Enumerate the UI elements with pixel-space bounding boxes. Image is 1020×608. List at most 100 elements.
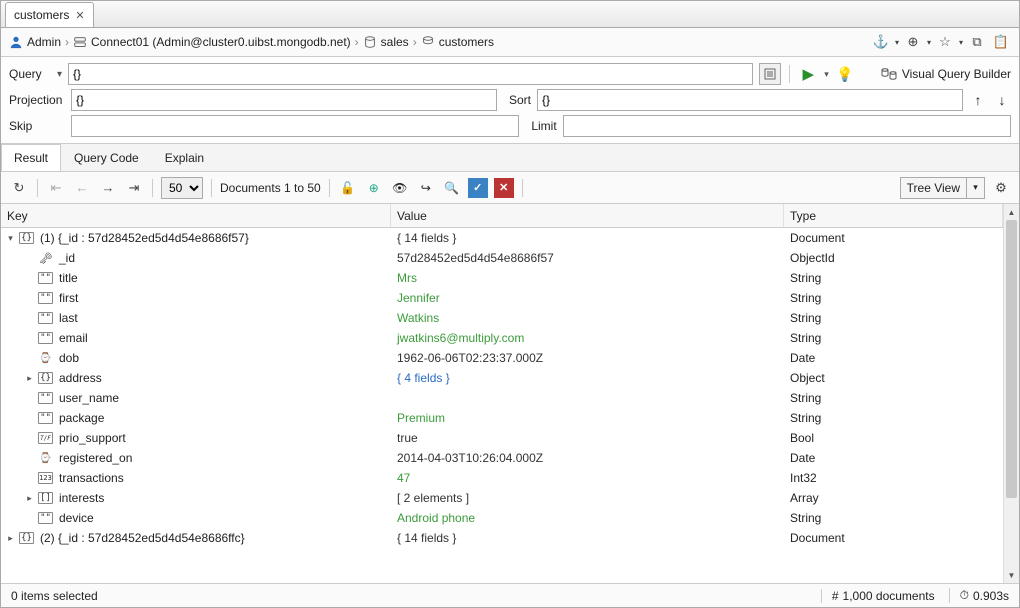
- key-label: package: [59, 411, 104, 425]
- column-value[interactable]: Value: [391, 204, 784, 227]
- breadcrumb-connection[interactable]: Connect01 (Admin@cluster0.uibst.mongodb.…: [91, 35, 351, 49]
- skip-input[interactable]: [71, 115, 519, 137]
- collection-icon: [421, 35, 435, 49]
- result-toolbar: ↻ ⇤ ← → ⇥ 50 Documents 1 to 50 🔓 ⊕ 👁 ↪ 🔍…: [1, 172, 1019, 204]
- scroll-down-icon[interactable]: ▼: [1004, 567, 1019, 583]
- tab-label: Result: [14, 151, 48, 165]
- table-row[interactable]: "" emailjwatkins6@multiply.comString: [1, 328, 1003, 348]
- key-label: (1) {_id : 57d28452ed5d4d54e8686f57}: [40, 231, 249, 245]
- separator: [211, 179, 212, 197]
- page-size-select[interactable]: 50: [161, 177, 203, 199]
- chevron-right-icon[interactable]: ▸: [5, 533, 16, 544]
- view-document-button[interactable]: 👁: [390, 178, 410, 198]
- table-row[interactable]: ▸{} address{ 4 fields }Object: [1, 368, 1003, 388]
- tab-explain[interactable]: Explain: [152, 144, 217, 171]
- wand-icon[interactable]: ⊕: [903, 32, 923, 52]
- chevron-down-icon[interactable]: ▾: [959, 38, 963, 47]
- separator: [522, 179, 523, 197]
- visual-query-builder-button[interactable]: Visual Query Builder: [881, 67, 1011, 81]
- column-key[interactable]: Key: [1, 204, 391, 227]
- chevron-right-icon[interactable]: ▸: [24, 373, 35, 384]
- chevron-down-icon[interactable]: ▾: [57, 69, 62, 80]
- settings-button[interactable]: ⚙: [991, 178, 1011, 198]
- tab-result[interactable]: Result: [1, 144, 61, 171]
- table-row[interactable]: "" titleMrsString: [1, 268, 1003, 288]
- table-row[interactable]: ▾{} (1) {_id : 57d28452ed5d4d54e8686f57}…: [1, 228, 1003, 248]
- table-row[interactable]: ▸[] interests[ 2 elements ]Array: [1, 488, 1003, 508]
- type-icon: []: [38, 492, 53, 504]
- table-row[interactable]: "" packagePremiumString: [1, 408, 1003, 428]
- type-label: Document: [784, 231, 1003, 245]
- find-button[interactable]: 🔍: [442, 178, 462, 198]
- projection-label: Projection: [9, 93, 65, 107]
- doc-count-label: 1,000 documents: [843, 589, 935, 603]
- table-row[interactable]: "" lastWatkinsString: [1, 308, 1003, 328]
- breadcrumb-collection[interactable]: customers: [439, 35, 494, 49]
- copy-icon[interactable]: ⧉: [967, 32, 987, 52]
- tab-label: customers: [14, 8, 69, 22]
- table-row[interactable]: "" user_nameString: [1, 388, 1003, 408]
- view-mode-label: Tree View: [901, 181, 966, 195]
- projection-input[interactable]: [71, 89, 497, 111]
- tab-customers[interactable]: customers ✕: [5, 2, 94, 27]
- discard-button[interactable]: ✕: [494, 178, 514, 198]
- sort-input[interactable]: [537, 89, 963, 111]
- limit-input[interactable]: [563, 115, 1011, 137]
- visual-query-builder-label: Visual Query Builder: [902, 67, 1011, 81]
- sort-desc-button[interactable]: ↓: [993, 90, 1011, 110]
- last-page-button[interactable]: ⇥: [124, 178, 144, 198]
- lock-button[interactable]: 🔓: [338, 178, 358, 198]
- chevron-down-icon[interactable]: ▾: [927, 38, 931, 47]
- table-row[interactable]: ▸{} (2) {_id : 57d28452ed5d4d54e8686ffc}…: [1, 528, 1003, 548]
- type-icon: "": [38, 312, 53, 324]
- value-label: 47: [391, 471, 784, 485]
- apply-button[interactable]: ✓: [468, 178, 488, 198]
- type-icon: 123: [38, 472, 53, 484]
- view-mode-select[interactable]: Tree View ▾: [900, 177, 985, 199]
- breadcrumb-db[interactable]: sales: [381, 35, 409, 49]
- anchor-icon[interactable]: ⚓: [871, 32, 891, 52]
- star-icon[interactable]: ☆: [935, 32, 955, 52]
- separator: [152, 179, 153, 197]
- query-options-button[interactable]: [759, 63, 781, 85]
- table-row[interactable]: "" firstJenniferString: [1, 288, 1003, 308]
- vertical-scrollbar[interactable]: ▲ ▼: [1003, 204, 1019, 583]
- add-document-button[interactable]: ⊕: [364, 178, 384, 198]
- type-label: Int32: [784, 471, 1003, 485]
- type-label: String: [784, 331, 1003, 345]
- value-label: { 14 fields }: [391, 231, 784, 245]
- value-label: Premium: [391, 411, 784, 425]
- table-row[interactable]: "" deviceAndroid phoneString: [1, 508, 1003, 528]
- table-row[interactable]: ⌚ registered_on2014-04-03T10:26:04.000ZD…: [1, 448, 1003, 468]
- key-label: _id: [59, 251, 75, 265]
- value-label: jwatkins6@multiply.com: [391, 331, 784, 345]
- sort-asc-button[interactable]: ↑: [969, 90, 987, 110]
- type-icon: "": [38, 512, 53, 524]
- run-button[interactable]: ▶: [798, 64, 818, 84]
- chevron-down-icon[interactable]: ▾: [824, 69, 829, 80]
- query-input[interactable]: [68, 63, 753, 85]
- scroll-thumb[interactable]: [1006, 220, 1017, 498]
- first-page-button[interactable]: ⇤: [46, 178, 66, 198]
- scroll-up-icon[interactable]: ▲: [1004, 204, 1019, 220]
- next-page-button[interactable]: →: [98, 178, 118, 198]
- type-icon: "": [38, 392, 53, 404]
- hint-button[interactable]: 💡: [835, 64, 855, 84]
- table-row[interactable]: 123 transactions47Int32: [1, 468, 1003, 488]
- selection-status: 0 items selected: [11, 589, 98, 603]
- table-row[interactable]: T/F prio_supporttrueBool: [1, 428, 1003, 448]
- close-icon[interactable]: ✕: [75, 9, 84, 22]
- breadcrumb-user[interactable]: Admin: [27, 35, 61, 49]
- column-type[interactable]: Type: [784, 204, 1003, 227]
- tab-query-code[interactable]: Query Code: [61, 144, 152, 171]
- refresh-button[interactable]: ↻: [9, 178, 29, 198]
- chevron-down-icon[interactable]: ▾: [895, 38, 899, 47]
- prev-page-button[interactable]: ←: [72, 178, 92, 198]
- chevron-down-icon[interactable]: ▾: [5, 233, 16, 244]
- chevron-right-icon[interactable]: ▸: [24, 493, 35, 504]
- table-row[interactable]: 🗝 _id57d28452ed5d4d54e8686f57ObjectId: [1, 248, 1003, 268]
- export-button[interactable]: ↪: [416, 178, 436, 198]
- table-row[interactable]: ⌚ dob1962-06-06T02:23:37.000ZDate: [1, 348, 1003, 368]
- paste-icon[interactable]: 📋: [991, 32, 1011, 52]
- key-label: device: [59, 511, 94, 525]
